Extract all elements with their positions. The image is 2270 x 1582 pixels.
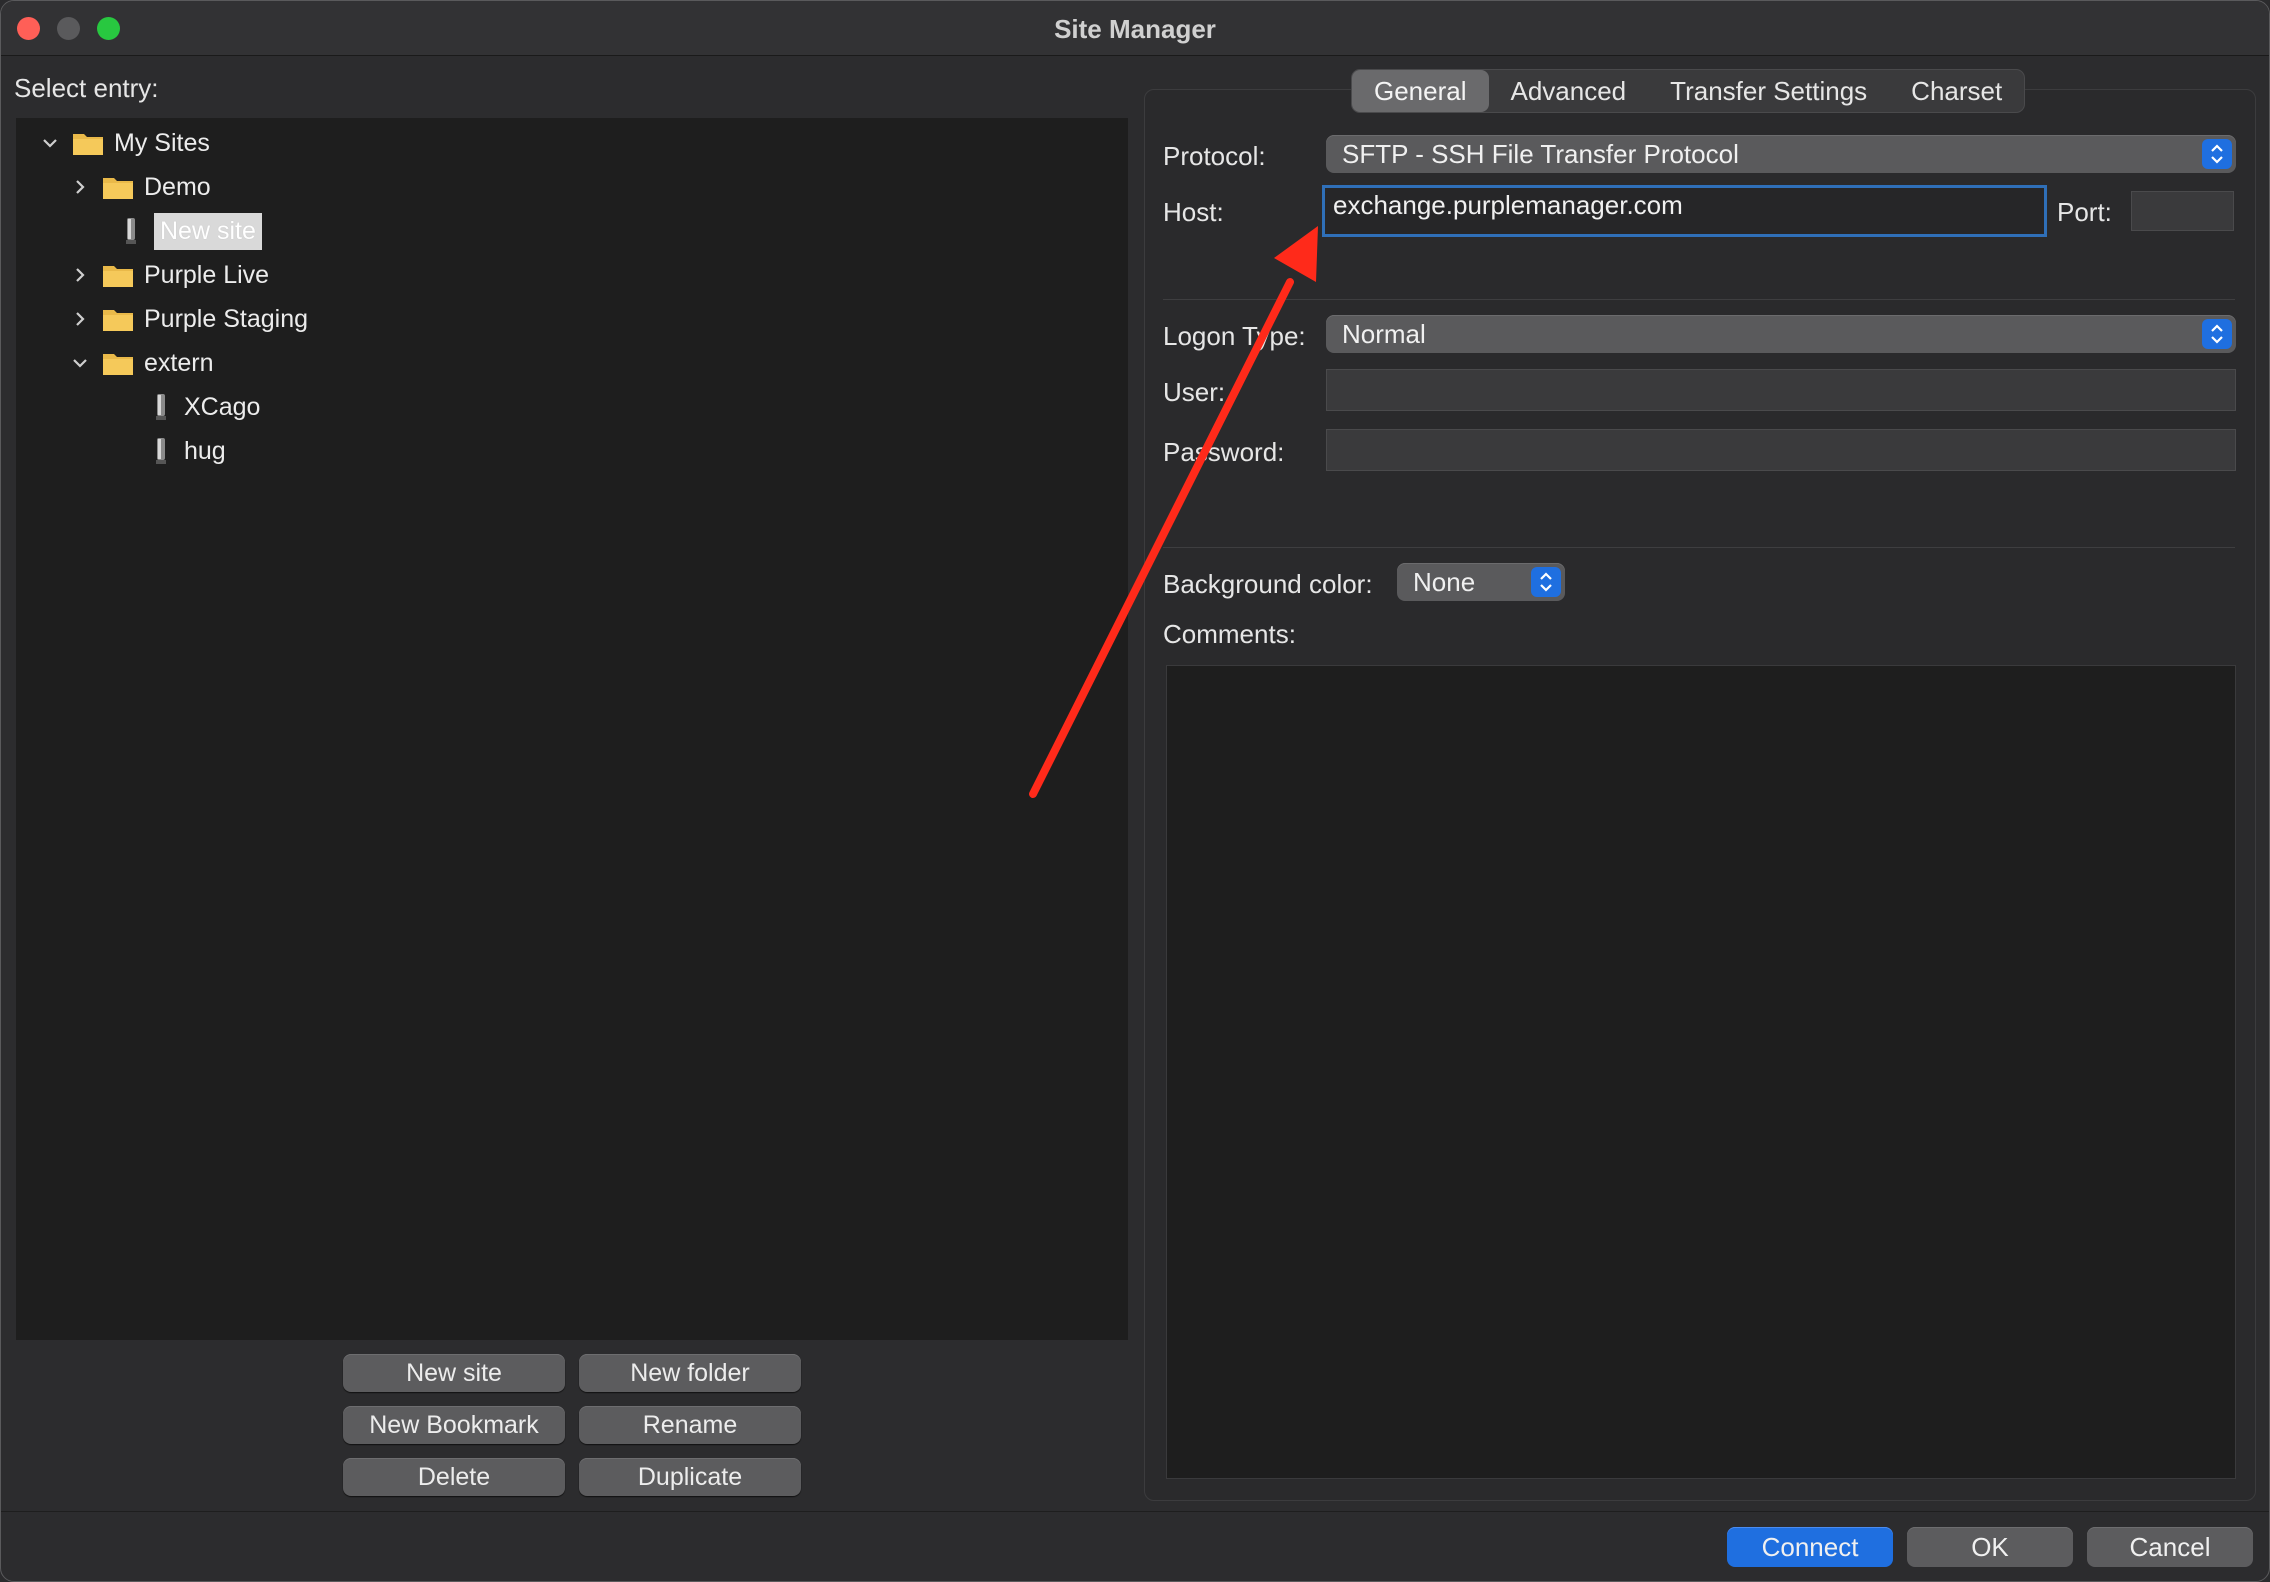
new-site-button[interactable]: New site — [343, 1354, 565, 1392]
separator — [1163, 299, 2235, 300]
tree-item-label: XCago — [184, 392, 261, 421]
tree-item-label: My Sites — [114, 128, 210, 157]
tab-advanced[interactable]: Advanced — [1489, 70, 1649, 112]
logon-type-value: Normal — [1342, 319, 1426, 349]
chevron-right-icon[interactable] — [68, 307, 92, 331]
tree-item-xcago[interactable]: XCago — [150, 387, 260, 427]
footer-separator — [1, 1511, 2269, 1512]
tree-item-purple-staging[interactable]: Purple Staging — [68, 299, 308, 339]
up-down-chevron-icon — [1531, 567, 1561, 597]
tree-item-label: Purple Staging — [144, 304, 309, 333]
up-down-chevron-icon — [2202, 139, 2232, 169]
tree-item-my-sites[interactable]: My Sites — [38, 123, 210, 163]
tree-item-label: New site — [154, 212, 262, 250]
protocol-select[interactable]: SFTP - SSH File Transfer Protocol — [1326, 135, 2236, 173]
chevron-down-icon[interactable] — [38, 131, 62, 155]
chevron-right-icon[interactable] — [68, 175, 92, 199]
site-tree[interactable]: My Sites Demo New site Purple Live Purpl… — [16, 118, 1128, 1340]
window-title: Site Manager — [1054, 14, 1216, 44]
tree-item-demo[interactable]: Demo — [68, 167, 211, 207]
separator — [1163, 547, 2235, 548]
tree-item-label: extern — [144, 348, 214, 377]
cancel-button[interactable]: Cancel — [2087, 1527, 2253, 1567]
comments-label: Comments: — [1163, 619, 1296, 649]
comments-textarea[interactable] — [1166, 665, 2236, 1479]
new-folder-button[interactable]: New folder — [579, 1354, 801, 1392]
background-color-select[interactable]: None — [1397, 563, 1565, 601]
new-bookmark-button[interactable]: New Bookmark — [343, 1406, 565, 1444]
server-icon — [150, 436, 172, 466]
background-color-value: None — [1413, 567, 1476, 597]
user-label: User: — [1163, 377, 1226, 407]
tree-item-hug[interactable]: hug — [150, 431, 226, 471]
protocol-label: Protocol: — [1163, 141, 1266, 171]
site-manager-window: Site Manager Select entry: My Sites Demo — [0, 0, 2270, 1582]
rename-button[interactable]: Rename — [579, 1406, 801, 1444]
protocol-value: SFTP - SSH File Transfer Protocol — [1342, 139, 1739, 169]
folder-icon — [72, 130, 104, 156]
background-color-label: Background color: — [1163, 569, 1373, 599]
tab-bar: General Advanced Transfer Settings Chars… — [1351, 69, 2026, 113]
host-input[interactable]: exchange.purplemanager.com — [1322, 185, 2047, 237]
host-label: Host: — [1163, 197, 1224, 227]
logon-type-select[interactable]: Normal — [1326, 315, 2236, 353]
port-label: Port: — [2057, 197, 2112, 227]
tree-item-purple-live[interactable]: Purple Live — [68, 255, 269, 295]
folder-icon — [102, 306, 134, 332]
tab-charset[interactable]: Charset — [1889, 70, 2024, 112]
duplicate-button[interactable]: Duplicate — [579, 1458, 801, 1496]
up-down-chevron-icon — [2202, 319, 2232, 349]
select-entry-label: Select entry: — [14, 73, 159, 103]
ok-button[interactable]: OK — [1907, 1527, 2073, 1567]
tree-item-extern[interactable]: extern — [68, 343, 213, 383]
connect-button[interactable]: Connect — [1727, 1527, 1893, 1567]
folder-icon — [102, 174, 134, 200]
title-bar: Site Manager — [1, 1, 2269, 56]
server-icon — [120, 216, 142, 246]
logon-type-label: Logon Type: — [1163, 321, 1306, 351]
chevron-right-icon[interactable] — [68, 263, 92, 287]
folder-icon — [102, 262, 134, 288]
tree-item-new-site[interactable]: New site — [120, 211, 262, 251]
folder-icon — [102, 350, 134, 376]
server-icon — [150, 392, 172, 422]
tree-item-label: Demo — [144, 172, 211, 201]
delete-button[interactable]: Delete — [343, 1458, 565, 1496]
chevron-down-icon[interactable] — [68, 351, 92, 375]
tab-transfer-settings[interactable]: Transfer Settings — [1648, 70, 1889, 112]
tree-item-label: Purple Live — [144, 260, 270, 289]
tree-item-label: hug — [184, 436, 226, 465]
password-input[interactable] — [1326, 429, 2236, 471]
user-input[interactable] — [1326, 369, 2236, 411]
password-label: Password: — [1163, 437, 1285, 467]
port-input[interactable] — [2131, 191, 2234, 231]
tab-general[interactable]: General — [1352, 70, 1489, 112]
